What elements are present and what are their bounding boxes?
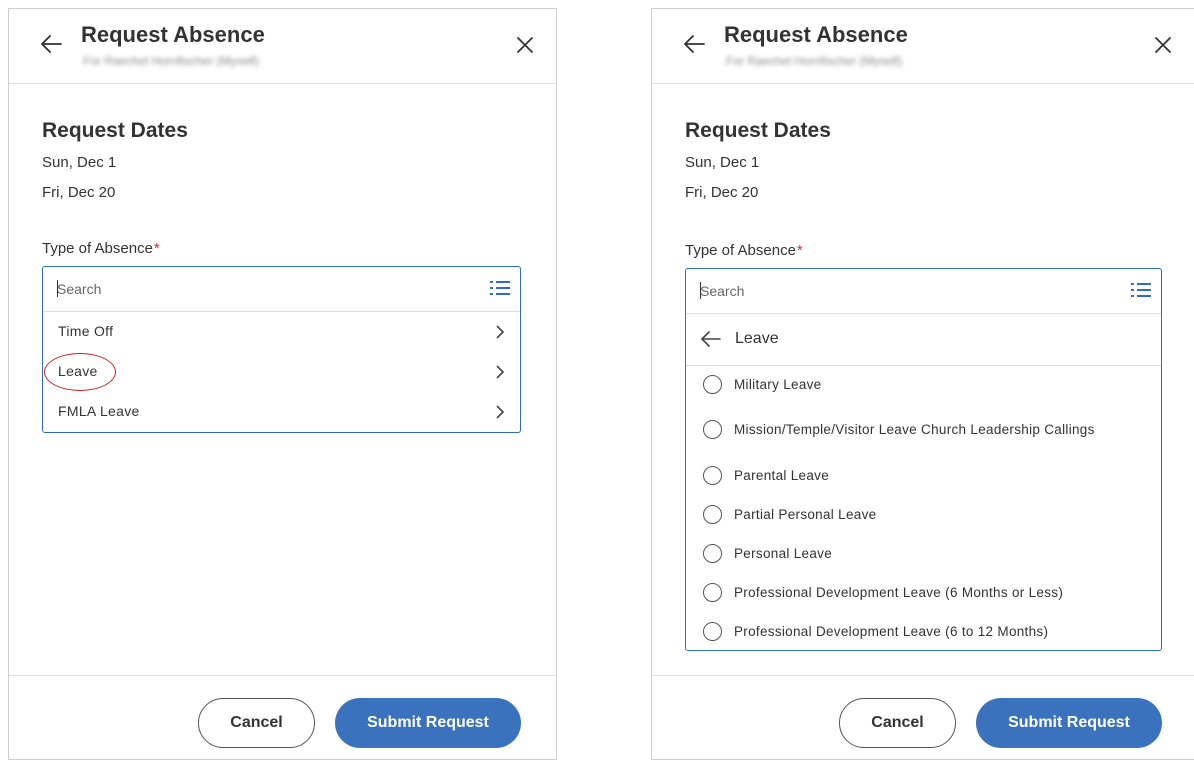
chevron-right-icon (496, 325, 505, 339)
panel-header: Request Absence For Raechel Hornfischer … (652, 9, 1194, 84)
request-absence-panel-right: Request Absence For Raechel Hornfischer … (651, 8, 1194, 760)
radio-label: Military Leave (734, 377, 822, 392)
chevron-right-icon (496, 405, 505, 419)
option-label: Leave (58, 363, 98, 379)
radio-label: Parental Leave (734, 467, 830, 483)
page-title: Request Absence (724, 22, 908, 47)
radio-button-icon[interactable] (703, 419, 722, 439)
radio-option[interactable]: Military Leave (686, 366, 1161, 408)
radio-option[interactable]: Professional Development Leave (6 to 12 … (686, 613, 1161, 652)
field-label-text: Type of Absence (42, 240, 153, 257)
cancel-button[interactable]: Cancel (198, 698, 315, 748)
text-caret (700, 282, 701, 299)
panel-header: Request Absence For Raechel Hornfischer … (9, 9, 556, 84)
close-icon[interactable] (1154, 36, 1172, 54)
page-subtitle: For Raechel Hornfischer (Myself) (83, 54, 260, 68)
radio-option[interactable]: Partial Personal Leave (686, 496, 1161, 535)
submit-request-button[interactable]: Submit Request (335, 698, 521, 748)
absence-type-dropdown: Leave Military Leave Mission/Temple/Visi… (685, 268, 1162, 651)
category-label: Leave (735, 330, 779, 347)
end-date: Fri, Dec 20 (685, 184, 759, 201)
radio-button-icon[interactable] (703, 504, 722, 524)
radio-label: Professional Development Leave (6 Months… (734, 584, 1064, 600)
request-absence-panel-left: Request Absence For Raechel Hornfischer … (8, 8, 557, 760)
required-marker: * (153, 240, 160, 257)
panel-footer: Cancel Submit Request (9, 675, 556, 759)
submit-request-button[interactable]: Submit Request (976, 698, 1162, 748)
back-arrow-icon[interactable] (683, 35, 705, 53)
back-arrow-icon (701, 331, 721, 347)
cancel-button[interactable]: Cancel (839, 698, 956, 748)
radio-option[interactable]: Mission/Temple/Visitor Leave Church Lead… (686, 408, 1161, 453)
radio-button-icon[interactable] (703, 582, 722, 602)
search-input[interactable] (700, 281, 1100, 301)
close-icon[interactable] (516, 36, 534, 54)
option-label: Time Off (58, 323, 114, 339)
option-leave[interactable]: Leave (43, 352, 520, 392)
field-label-text: Type of Absence (685, 242, 796, 259)
type-of-absence-label: Type of Absence* (42, 240, 160, 257)
back-arrow-icon[interactable] (40, 35, 62, 53)
radio-label: Professional Development Leave (6 to 12 … (734, 623, 1049, 639)
radio-option[interactable]: Personal Leave (686, 535, 1161, 574)
chevron-right-icon (496, 365, 505, 379)
option-label: FMLA Leave (58, 403, 140, 419)
leave-category-back[interactable]: Leave (686, 314, 1161, 366)
search-row (43, 267, 520, 312)
radio-label: Personal Leave (734, 545, 833, 561)
request-dates-heading: Request Dates (42, 119, 188, 142)
list-icon[interactable] (490, 279, 510, 297)
radio-option[interactable]: Parental Leave (686, 453, 1161, 496)
required-marker: * (796, 242, 803, 259)
option-fmla-leave[interactable]: FMLA Leave (43, 392, 520, 432)
radio-button-icon[interactable] (703, 543, 722, 563)
type-of-absence-label: Type of Absence* (685, 242, 803, 259)
radio-button-icon[interactable] (703, 621, 722, 641)
request-dates-heading: Request Dates (685, 119, 831, 142)
absence-type-dropdown: Time Off Leave FMLA Leave (42, 266, 521, 433)
start-date: Sun, Dec 1 (42, 154, 117, 171)
radio-button-icon[interactable] (703, 375, 722, 394)
radio-label: Mission/Temple/Visitor Leave Church Lead… (734, 421, 1095, 437)
search-row (686, 269, 1161, 314)
option-time-off[interactable]: Time Off (43, 312, 520, 352)
page-title: Request Absence (81, 22, 265, 47)
text-caret (57, 280, 58, 297)
panel-footer: Cancel Submit Request (652, 675, 1194, 759)
radio-option[interactable]: Professional Development Leave (6 Months… (686, 574, 1161, 613)
end-date: Fri, Dec 20 (42, 184, 116, 201)
page-subtitle: For Raechel Hornfischer (Myself) (726, 54, 903, 68)
radio-label: Partial Personal Leave (734, 506, 877, 522)
start-date: Sun, Dec 1 (685, 154, 760, 171)
radio-button-icon[interactable] (703, 465, 722, 485)
list-icon[interactable] (1131, 281, 1151, 299)
search-input[interactable] (57, 279, 457, 299)
